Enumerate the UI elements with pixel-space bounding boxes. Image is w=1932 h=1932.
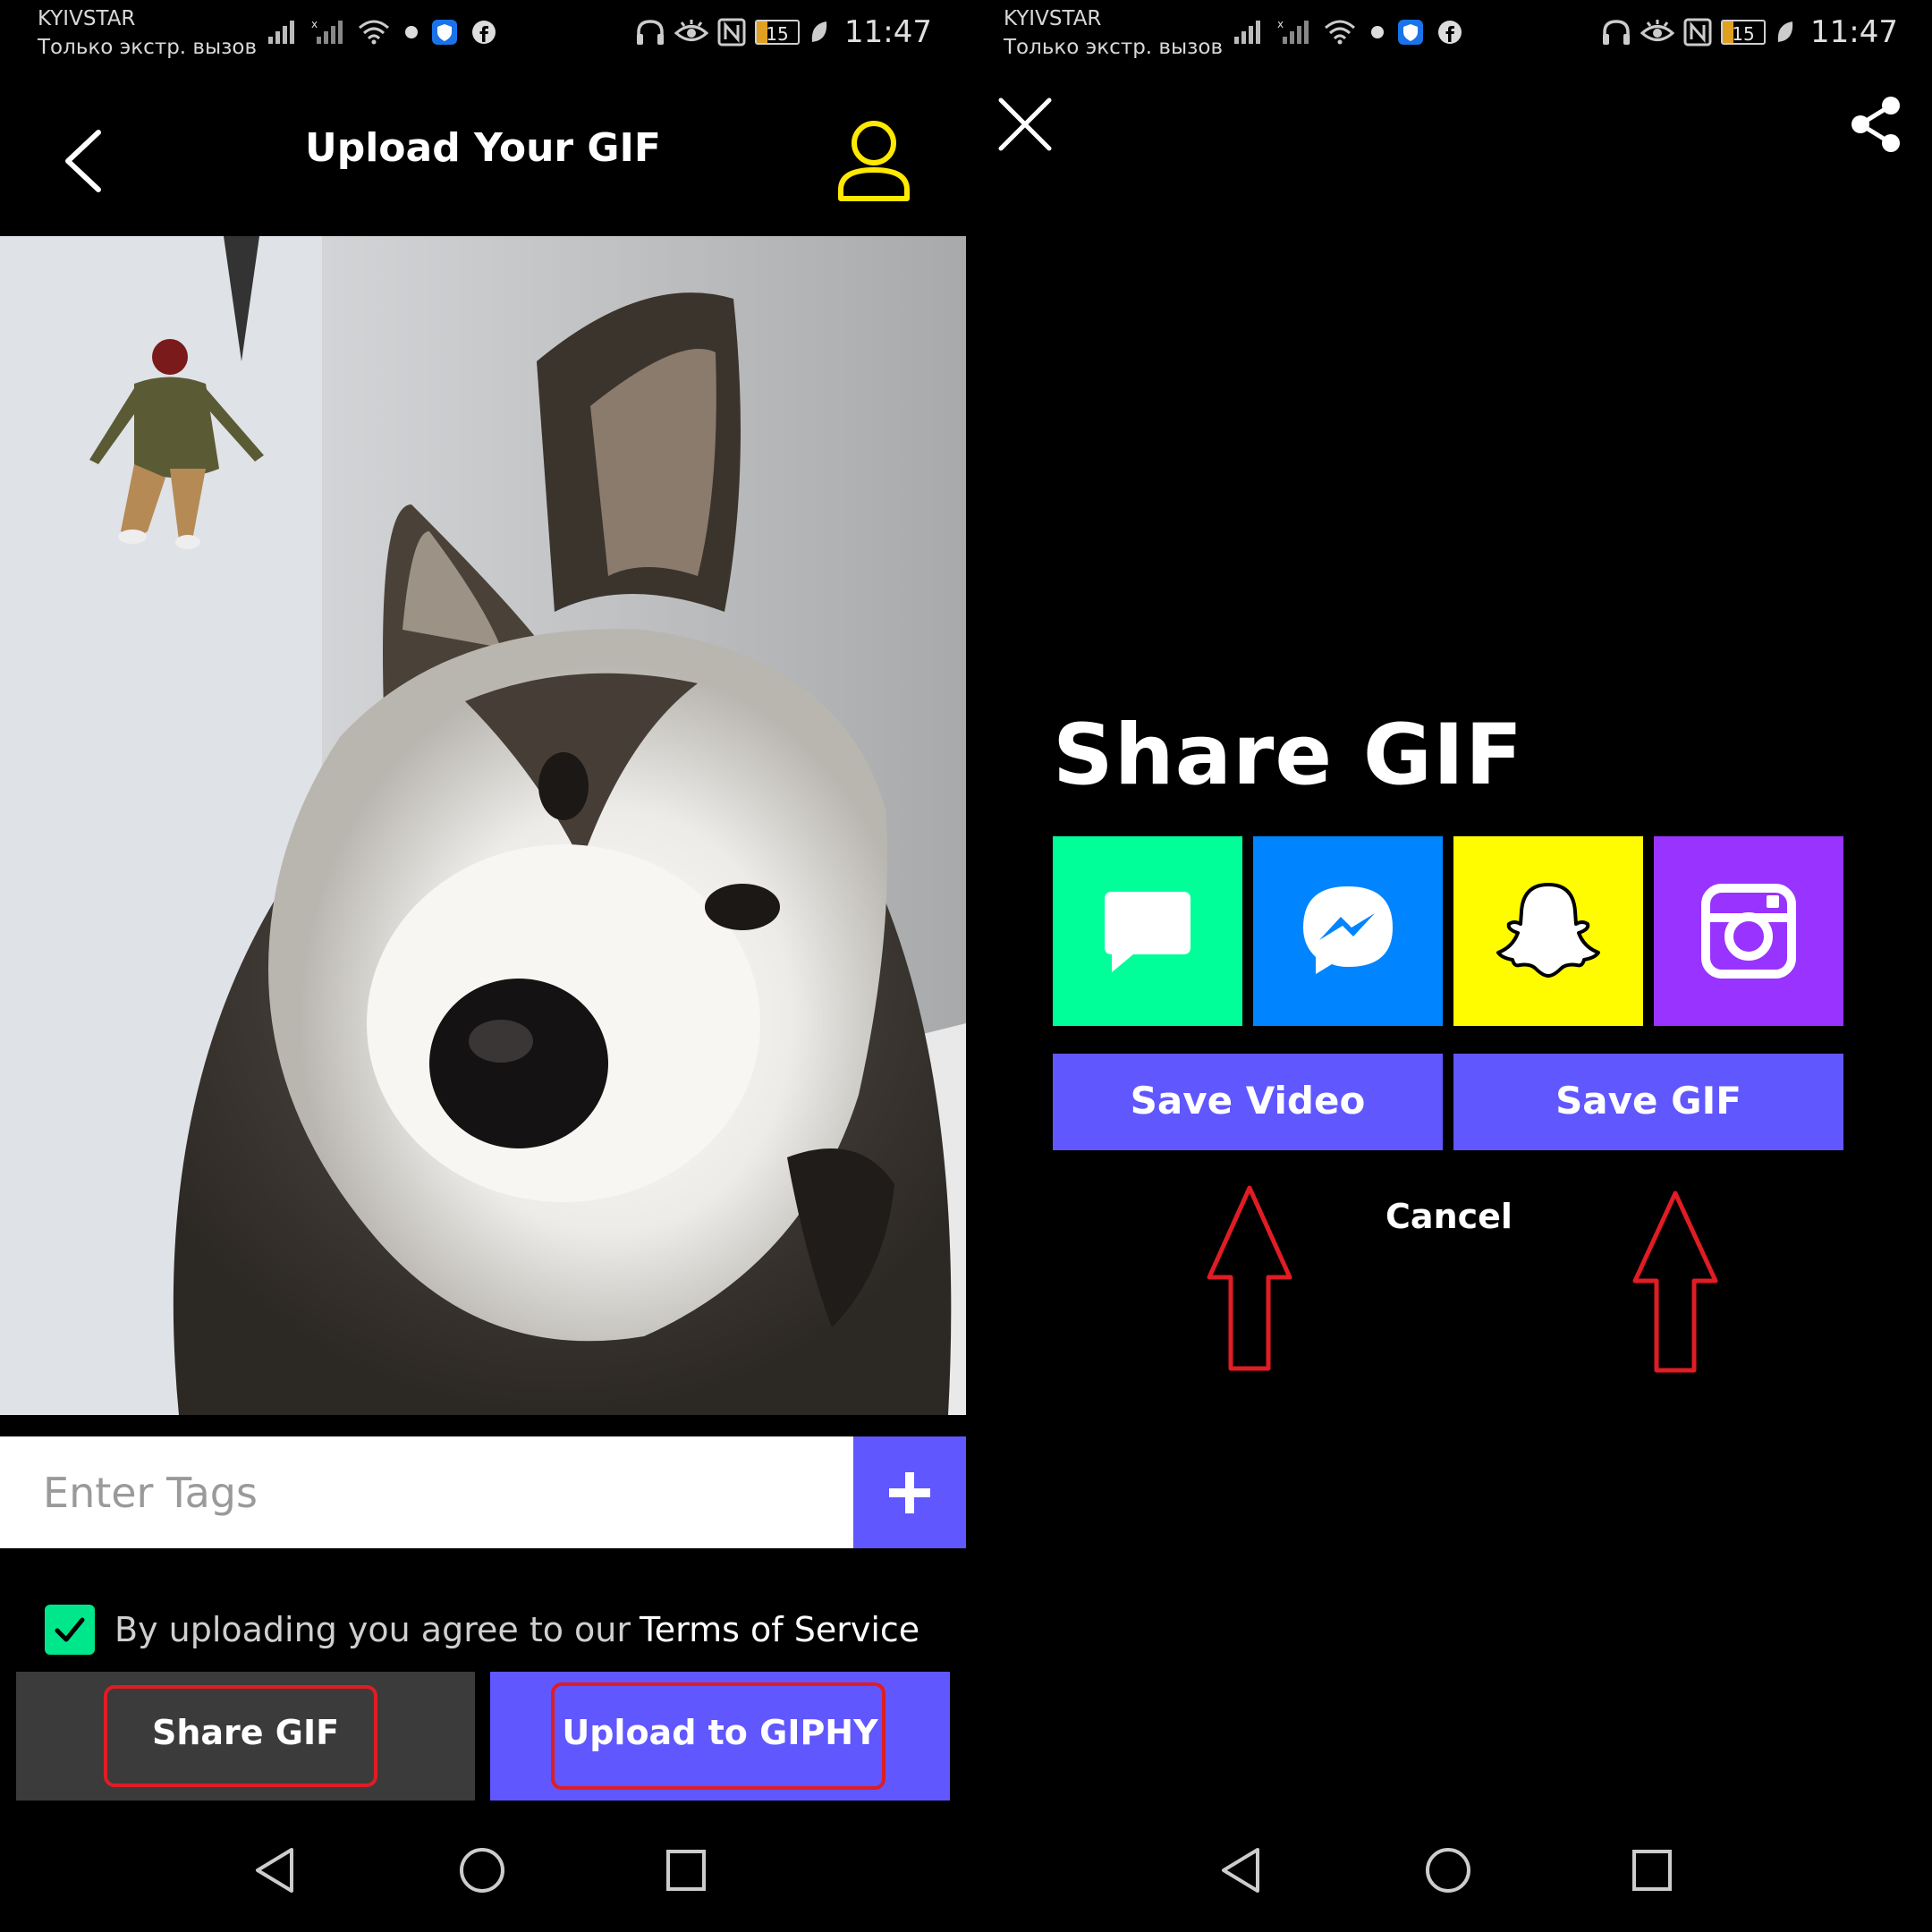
wifi-icon (359, 20, 389, 45)
plus-icon (889, 1471, 930, 1513)
save-gif-button[interactable]: Save GIF (1453, 1054, 1843, 1150)
svg-text:x: x (1277, 19, 1284, 30)
dot-icon (405, 26, 418, 38)
eye-comfort-icon (1640, 20, 1675, 41)
battery-level: 15 (1732, 23, 1755, 45)
checkmark-icon (55, 1617, 85, 1642)
signal-no-service-icon: x (311, 19, 343, 44)
wifi-icon (1325, 20, 1355, 45)
battery-indicator: 15 (1721, 20, 1767, 45)
square-recents-icon (1632, 1850, 1672, 1891)
signal-icon (268, 21, 294, 44)
call-status: Только экстр. вызов (1004, 36, 1224, 59)
triangle-back-icon (1222, 1848, 1259, 1893)
status-icons-left: x (267, 14, 497, 50)
circle-home-icon (1426, 1848, 1470, 1893)
upload-screen: KYIVSTAR Только экстр. вызов x 15 11:47 … (0, 0, 966, 1932)
top-app-bar: Upload Your GIF (0, 63, 966, 236)
terms-of-service-link[interactable]: Terms of Service (640, 1610, 919, 1649)
upload-to-giphy-label: Upload to GIPHY (562, 1713, 878, 1752)
shield-icon (432, 20, 457, 45)
profile-button[interactable] (832, 116, 916, 206)
save-video-label: Save Video (1130, 1079, 1366, 1123)
circle-home-icon (460, 1848, 504, 1893)
nfc-icon (717, 18, 746, 47)
cancel-button[interactable]: Cancel (966, 1197, 1932, 1236)
instagram-icon (1701, 884, 1796, 979)
signal-icon (1234, 21, 1260, 44)
page-title: Upload Your GIF (305, 125, 661, 171)
annotation-arrow-up (1207, 1185, 1292, 1371)
status-icons-right: 15 11:47 (635, 14, 932, 50)
nav-recents-button[interactable] (664, 1846, 708, 1898)
power-saving-leaf-icon (1777, 21, 1793, 42)
share-gif-label: Share GIF (151, 1713, 340, 1752)
dot-icon (1371, 26, 1384, 38)
headphones-icon (637, 20, 665, 45)
facebook-icon (472, 21, 496, 44)
share-messages-button[interactable] (1053, 836, 1242, 1026)
status-bar: KYIVSTAR Только экстр. вызов x 15 11:47 (0, 0, 966, 63)
carrier-name: KYIVSTAR (1004, 7, 1102, 30)
snapchat-ghost-icon (1496, 883, 1600, 978)
facebook-icon (1438, 21, 1462, 44)
triangle-back-icon (256, 1848, 293, 1893)
share-snapchat-button[interactable] (1453, 836, 1643, 1026)
power-saving-leaf-icon (811, 21, 827, 42)
husky-dog-image (0, 236, 966, 1415)
status-icons-left: x (1233, 14, 1463, 50)
tags-input[interactable] (0, 1436, 853, 1548)
signal-no-service-icon: x (1277, 19, 1309, 44)
share-button[interactable] (1848, 95, 1903, 154)
status-bar: KYIVSTAR Только экстр. вызов x 15 11:47 (966, 0, 1932, 63)
share-heading: Share GIF (1053, 707, 1524, 804)
nav-back-button[interactable] (252, 1846, 297, 1898)
eye-comfort-icon (674, 20, 709, 41)
battery-indicator: 15 (755, 20, 801, 45)
svg-text:x: x (311, 19, 318, 30)
shield-icon (1398, 20, 1423, 45)
clock: 11:47 (844, 14, 932, 50)
square-recents-icon (666, 1850, 706, 1891)
nav-home-button[interactable] (458, 1846, 506, 1898)
add-tag-button[interactable] (853, 1436, 966, 1548)
message-bubble-icon (1105, 892, 1191, 972)
annotation-arrow-up (1632, 1191, 1718, 1373)
tags-row (0, 1436, 966, 1548)
clock: 11:47 (1810, 14, 1898, 50)
share-instagram-button[interactable] (1654, 836, 1843, 1026)
call-status: Только экстр. вызов (38, 36, 258, 59)
user-icon (838, 121, 910, 201)
carrier-name: KYIVSTAR (38, 7, 136, 30)
close-icon (998, 97, 1052, 151)
share-gif-button[interactable]: Share GIF (16, 1672, 475, 1801)
messenger-icon (1303, 886, 1393, 974)
gif-preview (0, 236, 966, 1415)
save-gif-label: Save GIF (1555, 1079, 1741, 1123)
save-video-button[interactable]: Save Video (1053, 1054, 1443, 1150)
system-nav-bar (966, 1825, 1932, 1932)
nfc-icon (1683, 18, 1712, 47)
close-button[interactable] (996, 95, 1055, 154)
share-screen: KYIVSTAR Только экстр. вызов x 15 11:47 … (966, 0, 1932, 1932)
terms-agreement: By uploading you agree to our Terms of S… (45, 1603, 919, 1657)
nav-recents-button[interactable] (1630, 1846, 1674, 1898)
status-icons-right: 15 11:47 (1601, 14, 1898, 50)
share-icon (1852, 97, 1900, 152)
nav-back-button[interactable] (1218, 1846, 1263, 1898)
nav-home-button[interactable] (1424, 1846, 1472, 1898)
upload-to-giphy-button[interactable]: Upload to GIPHY (490, 1672, 950, 1801)
battery-level: 15 (766, 23, 789, 45)
terms-text: By uploading you agree to our (114, 1610, 631, 1649)
system-nav-bar (0, 1825, 966, 1932)
share-messenger-button[interactable] (1253, 836, 1443, 1026)
terms-checkbox[interactable] (45, 1605, 95, 1655)
headphones-icon (1603, 20, 1631, 45)
